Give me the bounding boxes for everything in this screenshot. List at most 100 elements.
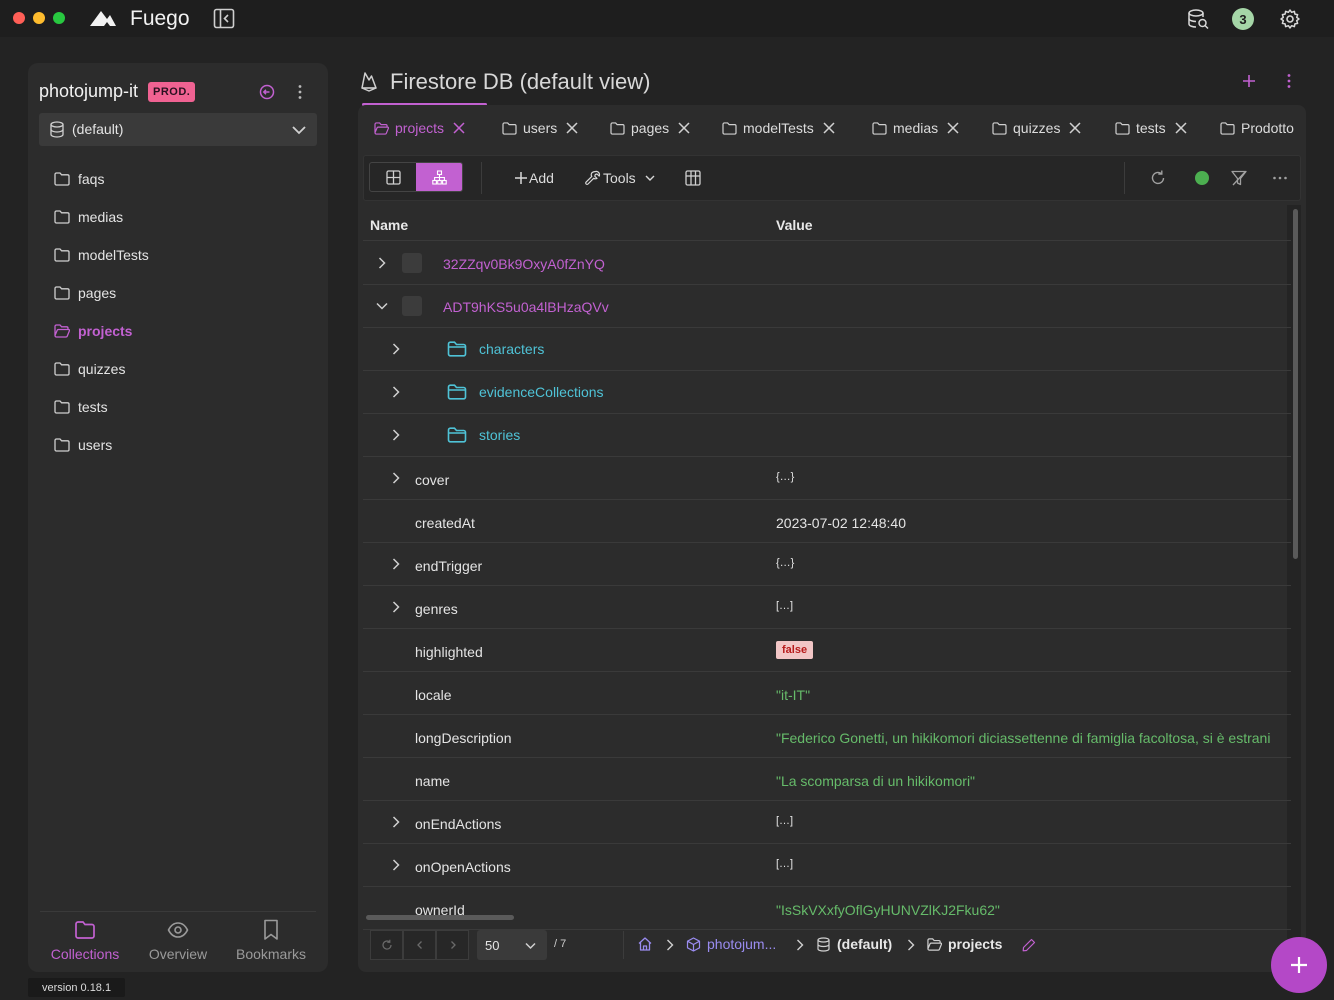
subcollection-row[interactable]: characters bbox=[363, 328, 1291, 371]
chevron-right-icon[interactable] bbox=[389, 557, 403, 571]
collection-item-projects[interactable]: projects bbox=[54, 318, 294, 344]
close-icon[interactable] bbox=[678, 122, 690, 134]
page-size-select[interactable]: 50 bbox=[477, 930, 547, 960]
collection-item-tests[interactable]: tests bbox=[54, 394, 294, 420]
zoom-window-button[interactable] bbox=[53, 12, 65, 24]
chevron-down-icon[interactable] bbox=[375, 299, 389, 313]
field-value[interactable]: […] bbox=[776, 815, 793, 827]
tab-projects[interactable]: projects bbox=[374, 117, 465, 139]
collection-item-quizzes[interactable]: quizzes bbox=[54, 356, 294, 382]
close-icon[interactable] bbox=[1175, 122, 1187, 134]
tree-view-button[interactable] bbox=[416, 163, 462, 191]
field-value[interactable]: "IsSkVXxfyOflGyHUNVZlKJ2Fku62" bbox=[776, 902, 1000, 918]
tab-bookmarks[interactable]: Bookmarks bbox=[226, 918, 316, 970]
field-value[interactable]: "it-IT" bbox=[776, 687, 810, 703]
subcollection-label[interactable]: stories bbox=[447, 427, 520, 443]
columns-icon[interactable] bbox=[685, 170, 701, 186]
add-view-icon[interactable] bbox=[1239, 71, 1259, 91]
chevron-right-icon[interactable] bbox=[389, 385, 403, 399]
home-icon[interactable] bbox=[637, 936, 653, 952]
document-row[interactable]: 32ZZqv0Bk9OxyA0fZnYQ bbox=[363, 242, 1291, 285]
boolean-badge[interactable]: false bbox=[776, 641, 814, 659]
field-row-name[interactable]: name "La scomparsa di un hikikomori" bbox=[363, 758, 1291, 801]
vertical-scrollbar[interactable] bbox=[1293, 209, 1298, 559]
previous-page-button[interactable] bbox=[403, 930, 436, 960]
database-search-icon[interactable] bbox=[1187, 8, 1209, 30]
document-id[interactable]: 32ZZqv0Bk9OxyA0fZnYQ bbox=[443, 256, 605, 272]
subcollection-label[interactable]: evidenceCollections bbox=[447, 384, 604, 400]
field-value[interactable]: […] bbox=[776, 600, 793, 612]
refresh-icon[interactable] bbox=[1149, 169, 1167, 187]
field-value[interactable]: 2023-07-02 12:48:40 bbox=[776, 515, 906, 531]
close-icon[interactable] bbox=[1069, 122, 1081, 134]
chevron-right-icon[interactable] bbox=[375, 256, 389, 270]
subcollection-row[interactable]: evidenceCollections bbox=[363, 371, 1291, 414]
row-checkbox[interactable] bbox=[402, 253, 422, 273]
subcollection-label[interactable]: characters bbox=[447, 341, 544, 357]
tab-collections[interactable]: Collections bbox=[40, 918, 130, 970]
document-id[interactable]: ADT9hKS5u0a4lBHzaQVv bbox=[443, 299, 609, 315]
field-value[interactable]: {…} bbox=[776, 557, 794, 569]
breadcrumb-collection[interactable]: projects bbox=[927, 933, 1002, 955]
notification-badge[interactable]: 3 bbox=[1232, 8, 1254, 30]
breadcrumb-database[interactable]: (default) bbox=[816, 933, 892, 955]
chevron-right-icon[interactable] bbox=[389, 428, 403, 442]
tab-medias[interactable]: medias bbox=[872, 117, 959, 139]
field-row-locale[interactable]: locale "it-IT" bbox=[363, 672, 1291, 715]
switch-project-icon[interactable] bbox=[257, 82, 277, 102]
horizontal-scrollbar[interactable] bbox=[366, 915, 514, 920]
sidebar-toggle-icon[interactable] bbox=[213, 8, 235, 29]
close-icon[interactable] bbox=[453, 122, 465, 134]
field-row-longdescription[interactable]: longDescription "Federico Gonetti, un hi… bbox=[363, 715, 1291, 758]
gear-icon[interactable] bbox=[1279, 8, 1301, 30]
chevron-right-icon[interactable] bbox=[389, 858, 403, 872]
add-button[interactable]: Add bbox=[513, 168, 554, 188]
more-vertical-icon[interactable] bbox=[290, 82, 310, 102]
breadcrumb-project[interactable]: photojum... bbox=[686, 933, 776, 955]
document-row[interactable]: ADT9hKS5u0a4lBHzaQVv bbox=[363, 285, 1291, 328]
collection-item-pages[interactable]: pages bbox=[54, 280, 294, 306]
chevron-right-icon[interactable] bbox=[389, 342, 403, 356]
subcollection-row[interactable]: stories bbox=[363, 414, 1291, 457]
field-row-ownerid[interactable]: ownerId "IsSkVXxfyOflGyHUNVZlKJ2Fku62" bbox=[363, 887, 1291, 930]
close-window-button[interactable] bbox=[13, 12, 25, 24]
field-value[interactable]: "Federico Gonetti, un hikikomori diciass… bbox=[776, 730, 1270, 746]
column-header-name[interactable]: Name bbox=[370, 217, 408, 233]
filter-off-icon[interactable] bbox=[1230, 169, 1248, 187]
tab-tests[interactable]: tests bbox=[1115, 117, 1187, 139]
minimize-window-button[interactable] bbox=[33, 12, 45, 24]
field-value[interactable]: {…} bbox=[776, 471, 794, 483]
next-page-button[interactable] bbox=[436, 930, 469, 960]
more-horizontal-icon[interactable] bbox=[1271, 169, 1289, 187]
field-value[interactable]: "La scomparsa di un hikikomori" bbox=[776, 773, 975, 789]
close-icon[interactable] bbox=[566, 122, 578, 134]
row-checkbox[interactable] bbox=[402, 296, 422, 316]
field-row-createdat[interactable]: createdAt 2023-07-02 12:48:40 bbox=[363, 500, 1291, 543]
tab-quizzes[interactable]: quizzes bbox=[992, 117, 1081, 139]
field-row-cover[interactable]: cover {…} bbox=[363, 457, 1291, 500]
collection-item-medias[interactable]: medias bbox=[54, 204, 294, 230]
edit-pencil-icon[interactable] bbox=[1022, 938, 1036, 952]
collection-item-faqs[interactable]: faqs bbox=[54, 166, 294, 192]
field-row-onendactions[interactable]: onEndActions […] bbox=[363, 801, 1291, 844]
collection-item-modeltests[interactable]: modelTests bbox=[54, 242, 294, 268]
field-row-endtrigger[interactable]: endTrigger {…} bbox=[363, 543, 1291, 586]
close-icon[interactable] bbox=[823, 122, 835, 134]
close-icon[interactable] bbox=[947, 122, 959, 134]
chevron-right-icon[interactable] bbox=[389, 600, 403, 614]
collection-item-users[interactable]: users bbox=[54, 432, 294, 458]
chevron-right-icon[interactable] bbox=[389, 471, 403, 485]
tools-button[interactable]: Tools bbox=[585, 168, 656, 188]
tab-pages[interactable]: pages bbox=[610, 117, 690, 139]
field-value[interactable]: […] bbox=[776, 858, 793, 870]
more-vertical-icon[interactable] bbox=[1279, 71, 1299, 91]
field-row-genres[interactable]: genres […] bbox=[363, 586, 1291, 629]
table-view-button[interactable] bbox=[370, 163, 417, 191]
tab-prodotto[interactable]: Prodotto bbox=[1220, 117, 1294, 139]
tab-modeltests[interactable]: modelTests bbox=[722, 117, 835, 139]
tab-overview[interactable]: Overview bbox=[133, 918, 223, 970]
database-select[interactable]: (default) bbox=[39, 113, 317, 146]
reload-page-button[interactable] bbox=[370, 930, 403, 960]
tab-users[interactable]: users bbox=[502, 117, 578, 139]
add-document-fab[interactable] bbox=[1271, 937, 1327, 993]
